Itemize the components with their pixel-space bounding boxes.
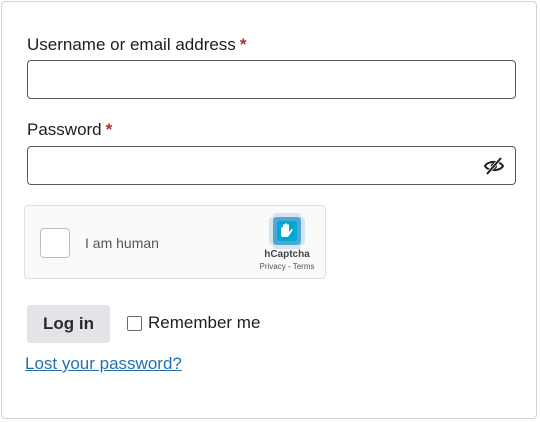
login-button[interactable]: Log in: [27, 305, 110, 343]
hcaptcha-logo-icon: [269, 213, 305, 249]
remember-me[interactable]: Remember me: [127, 313, 260, 333]
captcha-checkbox[interactable]: [40, 228, 70, 258]
captcha-terms-link[interactable]: Terms: [293, 262, 315, 271]
username-label-text: Username or email address: [27, 35, 236, 54]
remember-me-label[interactable]: Remember me: [148, 313, 260, 333]
lost-password-link[interactable]: Lost your password?: [25, 354, 182, 374]
username-label: Username or email address *: [27, 35, 246, 55]
captcha-links: Privacy - Terms: [247, 262, 327, 271]
username-input[interactable]: [28, 61, 468, 98]
required-asterisk: *: [239, 35, 247, 54]
hcaptcha-widget: I am human hCaptcha Privacy - Terms: [24, 205, 326, 279]
login-form: Username or email address * Password * I a…: [1, 1, 537, 419]
captcha-privacy-link[interactable]: Privacy: [260, 262, 286, 271]
captcha-links-separator: -: [285, 262, 293, 271]
password-label-text: Password: [27, 120, 102, 139]
captcha-label: I am human: [85, 235, 159, 251]
required-asterisk: *: [105, 120, 113, 139]
remember-me-checkbox[interactable]: [127, 315, 142, 331]
password-input[interactable]: [28, 147, 468, 184]
eye-slash-icon[interactable]: [483, 155, 505, 177]
password-field[interactable]: [27, 146, 516, 185]
username-field[interactable]: [27, 60, 516, 99]
password-label: Password *: [27, 120, 112, 140]
hcaptcha-brand: hCaptcha: [264, 249, 310, 260]
